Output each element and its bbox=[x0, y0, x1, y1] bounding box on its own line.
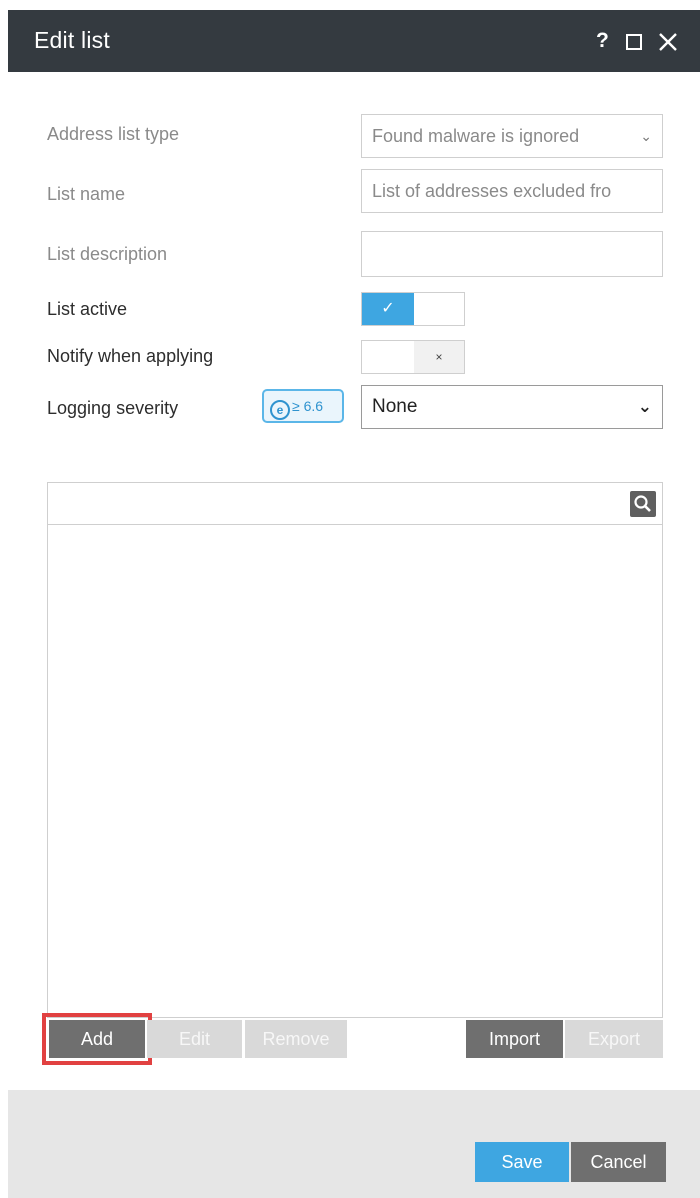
list-filter-row[interactable] bbox=[48, 483, 662, 525]
add-button-highlight bbox=[42, 1013, 152, 1065]
help-icon[interactable]: ? bbox=[596, 29, 609, 53]
toggle-off-x-icon: × bbox=[414, 341, 464, 373]
close-icon[interactable] bbox=[658, 32, 678, 52]
list-name-value: List of addresses excluded fro bbox=[372, 181, 612, 201]
list-active-label: List active bbox=[47, 299, 128, 319]
import-button[interactable]: Import bbox=[466, 1020, 563, 1058]
logging-severity-label: Logging severity bbox=[47, 398, 179, 418]
toggle-off-segment bbox=[414, 293, 464, 325]
eset-version-icon: e bbox=[270, 400, 290, 420]
search-icon[interactable] bbox=[630, 491, 656, 517]
list-description-label: List description bbox=[47, 244, 168, 264]
toggle-on-check-icon: ✓ bbox=[362, 293, 414, 325]
edit-button[interactable]: Edit bbox=[147, 1020, 242, 1058]
export-button[interactable]: Export bbox=[565, 1020, 663, 1058]
list-name-input[interactable]: List of addresses excluded fro bbox=[361, 169, 663, 213]
logging-severity-select[interactable]: None ⌄ bbox=[361, 385, 663, 429]
chevron-down-icon: ⌄ bbox=[640, 128, 652, 144]
version-badge-text: ≥ 6.6 bbox=[292, 398, 324, 414]
dialog-footer: Save Cancel bbox=[8, 1090, 700, 1198]
cancel-button[interactable]: Cancel bbox=[571, 1142, 666, 1182]
address-list-type-label: Address list type bbox=[47, 124, 180, 144]
dialog-titlebar: Edit list ? bbox=[8, 10, 700, 72]
address-list-type-value: Found malware is ignored bbox=[372, 126, 580, 146]
remove-button[interactable]: Remove bbox=[245, 1020, 347, 1058]
logging-severity-value: None bbox=[372, 396, 418, 417]
list-active-toggle[interactable]: ✓ bbox=[361, 292, 465, 326]
chevron-down-icon: ⌄ bbox=[637, 397, 652, 416]
dialog-title: Edit list bbox=[34, 27, 110, 53]
notify-when-applying-label: Notify when applying bbox=[47, 346, 214, 366]
top-gap bbox=[0, 0, 700, 10]
save-button[interactable]: Save bbox=[475, 1142, 569, 1182]
address-list-box bbox=[47, 482, 663, 1018]
toggle-on-segment bbox=[362, 341, 414, 373]
dialog-body: Address list type Found malware is ignor… bbox=[8, 72, 700, 1090]
maximize-icon[interactable] bbox=[626, 34, 642, 50]
address-list-type-select[interactable]: Found malware is ignored ⌄ bbox=[361, 114, 663, 158]
version-badge: e ≥ 6.6 bbox=[262, 389, 344, 423]
list-name-label: List name bbox=[47, 184, 126, 204]
list-description-input[interactable] bbox=[361, 231, 663, 277]
notify-when-applying-toggle[interactable]: × bbox=[361, 340, 465, 374]
